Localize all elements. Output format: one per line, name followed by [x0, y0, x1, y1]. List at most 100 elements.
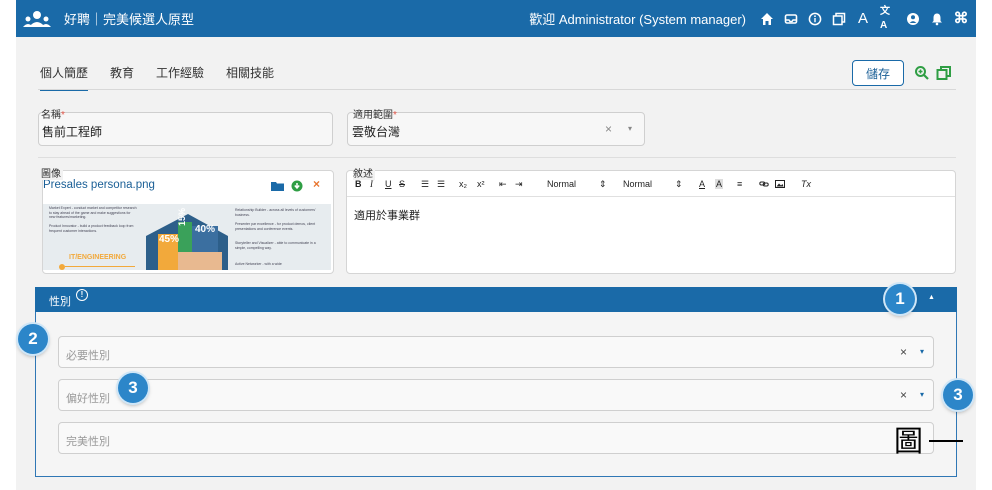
download-icon[interactable] [291, 179, 303, 192]
image-label: 圖像 [41, 165, 63, 180]
tab-work-experience[interactable]: 工作經驗 [156, 64, 204, 91]
tab-profile[interactable]: 個人簡歷 [40, 64, 89, 91]
description-label: 敘述 [353, 165, 375, 180]
tab-education[interactable]: 教育 [110, 64, 134, 91]
preview-pct-c: 40% [195, 224, 216, 235]
annotation-callout-text: 圖 [894, 424, 924, 458]
preview-note-right-1: Relationship Builder - across all levels… [235, 208, 316, 217]
link-icon[interactable] [759, 179, 769, 191]
required-gender-clear-icon[interactable]: × [900, 345, 907, 359]
superscript-button[interactable]: x² [477, 179, 485, 189]
preview-caption: IT/ENGINEERING [69, 254, 127, 261]
preview-note-left-1: Market Expert - conduct market and compe… [49, 206, 137, 219]
scope-label: 適用範圍* [353, 106, 397, 121]
subscript-button[interactable]: x₂ [459, 179, 467, 189]
strike-button[interactable]: S [399, 179, 405, 189]
screen: 好聘｜完美候選人原型 歡迎 Administrator (System mana… [0, 0, 992, 490]
bold-button[interactable]: B [355, 179, 362, 189]
tab-divider [38, 89, 956, 90]
required-marker: * [393, 110, 397, 121]
font-size-caret[interactable]: ⇕ [675, 179, 683, 190]
zoom-icon[interactable] [914, 65, 930, 81]
bullet-list-button[interactable]: ☰ [437, 179, 445, 190]
font-size-select[interactable]: Normal [623, 179, 652, 189]
copy-window-icon[interactable] [936, 65, 952, 81]
command-icon[interactable]: ⌘ [954, 11, 969, 26]
required-gender-placeholder: 必要性別 [66, 350, 110, 362]
font-icon[interactable]: A [856, 11, 870, 26]
app-brand-title[interactable]: 好聘｜完美候選人原型 [64, 9, 194, 28]
preferred-gender-caret-icon[interactable]: ▾ [920, 390, 924, 399]
header-style-caret[interactable]: ⇕ [599, 179, 607, 190]
perfect-gender-placeholder: 完美性別 [66, 436, 110, 448]
required-gender-caret-icon[interactable]: ▾ [920, 347, 924, 356]
welcome-text: 歡迎 Administrator (System manager) [529, 12, 746, 27]
name-label: 名稱* [41, 106, 65, 121]
preferred-gender-select[interactable]: 偏好性別 × ▾ [58, 379, 934, 411]
persona-graphic [146, 214, 228, 270]
preview-note-right-3: Storyteller and Visualizer - able to com… [235, 241, 316, 250]
preview-dot [59, 264, 65, 270]
preview-note-right-2: Presenter par excellence - for product d… [235, 222, 316, 231]
required-gender-select[interactable]: 必要性別 × ▾ [58, 336, 934, 368]
inbox-icon[interactable] [784, 12, 798, 26]
preview-line [65, 266, 135, 267]
gender-panel-title: 性別 [49, 296, 71, 308]
annotation-badge-3b: 3 [943, 380, 973, 410]
app-window: 好聘｜完美候選人原型 歡迎 Administrator (System mana… [16, 0, 976, 490]
folder-icon[interactable] [271, 179, 285, 191]
bell-icon[interactable] [930, 12, 944, 26]
clear-format-button[interactable]: Tx [801, 179, 811, 189]
scope-value[interactable]: 雲敬台灣 [352, 123, 400, 140]
image-field: Presales persona.png × Market Expert - c… [42, 170, 334, 274]
windows-icon[interactable] [832, 12, 846, 26]
description-content[interactable]: 適用於事業群 [354, 207, 420, 223]
image-insert-icon[interactable] [775, 179, 785, 191]
bg-color-button[interactable]: A [715, 179, 724, 189]
scope-label-text: 適用範圍 [353, 110, 393, 121]
indent-button[interactable]: ⇥ [515, 179, 523, 190]
name-label-text: 名稱 [41, 110, 61, 121]
image-preview: Market Expert - conduct market and compe… [43, 204, 331, 270]
tab-related-skills[interactable]: 相關技能 [226, 64, 274, 91]
annotation-badge-3a: 3 [118, 373, 148, 403]
underline-button[interactable]: U [385, 179, 392, 189]
remove-icon[interactable]: × [313, 177, 320, 191]
scope-caret-icon[interactable]: ▾ [628, 124, 632, 133]
preview-note-right-4: Active Networker - with a wide [235, 262, 282, 266]
text-color-button[interactable]: A [699, 179, 705, 189]
ordered-list-button[interactable]: ☰ [421, 179, 429, 190]
translate-icon[interactable]: 文A [880, 6, 896, 31]
annotation-badge-1: 1 [885, 284, 915, 314]
required-marker: * [61, 110, 65, 121]
align-button[interactable]: ≡ [737, 179, 742, 189]
preview-pct-b: 15% [177, 207, 187, 226]
annotation-badge-2: 2 [18, 324, 48, 354]
editor-toolbar: B I U S ☰ ☰ x₂ x² ⇤ ⇥ Normal ⇕ Normal ⇕ … [347, 171, 955, 197]
name-field[interactable]: 售前工程師 [38, 112, 333, 146]
outdent-button[interactable]: ⇤ [499, 179, 507, 190]
preview-pct-a: 45% [159, 234, 180, 245]
section-divider [38, 157, 956, 158]
preferred-gender-placeholder: 偏好性別 [66, 393, 110, 405]
save-button[interactable]: 儲存 [852, 60, 904, 86]
preview-note-left-2: Product Innovator - build a product feed… [49, 224, 134, 233]
name-value[interactable]: 售前工程師 [42, 123, 102, 140]
italic-button[interactable]: I [370, 179, 373, 189]
home-icon[interactable] [760, 12, 774, 26]
top-navbar: 好聘｜完美候選人原型 歡迎 Administrator (System mana… [16, 0, 976, 37]
perfect-gender-select[interactable]: 完美性別 [58, 422, 934, 454]
preferred-gender-clear-icon[interactable]: × [900, 388, 907, 402]
gender-panel-header[interactable]: 性別 ! ▲ [35, 287, 957, 312]
person-icon[interactable] [906, 12, 920, 26]
annotation-callout-line [929, 440, 963, 442]
description-editor: B I U S ☰ ☰ x₂ x² ⇤ ⇥ Normal ⇕ Normal ⇕ … [346, 170, 956, 274]
logo-icon[interactable] [22, 9, 52, 29]
info-icon[interactable] [808, 12, 822, 26]
scope-clear-icon[interactable]: × [605, 122, 612, 136]
image-filename[interactable]: Presales persona.png [43, 179, 155, 191]
collapse-caret-icon[interactable]: ▲ [928, 294, 935, 301]
top-right-tools: 歡迎 Administrator (System manager) A 文A ⌘ [529, 0, 968, 37]
gender-info-icon[interactable]: ! [76, 289, 88, 301]
header-style-select[interactable]: Normal [547, 179, 576, 189]
